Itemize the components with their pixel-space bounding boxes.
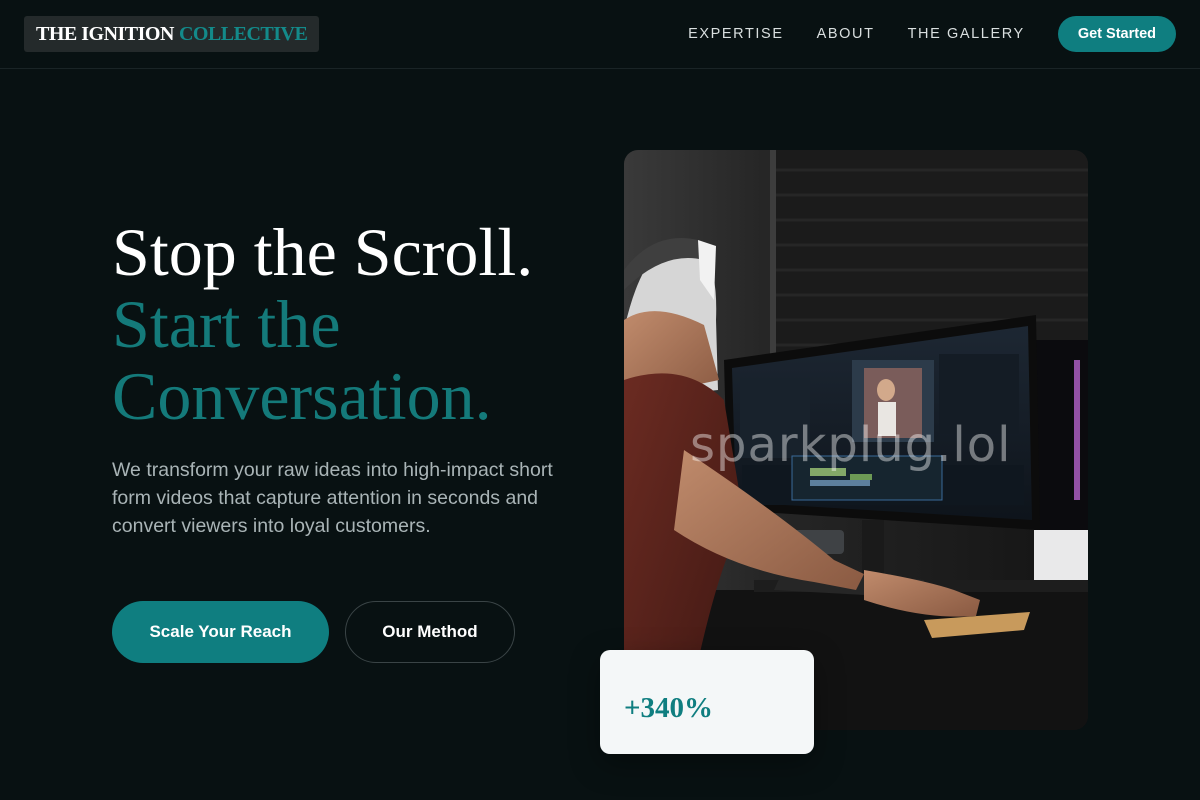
- brand-name-part2: COLLECTIVE: [178, 22, 308, 45]
- growth-stat-card: +340%: [600, 650, 814, 754]
- headline-line-2: Start the Conversation.: [112, 286, 492, 434]
- scale-your-reach-button[interactable]: Scale Your Reach: [112, 601, 329, 663]
- hero-photo: [624, 150, 1088, 730]
- headline-line-1: Stop the Scroll.: [112, 214, 534, 290]
- nav-link-gallery[interactable]: THE GALLERY: [908, 26, 1025, 42]
- top-nav: THE IGNITION COLLECTIVE EXPERTISE ABOUT …: [0, 0, 1200, 69]
- get-started-button[interactable]: Get Started: [1057, 16, 1176, 52]
- brand-logo[interactable]: THE IGNITION COLLECTIVE: [24, 16, 320, 52]
- hero-lead-text: We transform your raw ideas into high-im…: [112, 459, 553, 537]
- hero-headline: Stop the Scroll. Start the Conversation.: [112, 216, 592, 432]
- brand-name-part1: THE IGNITION: [36, 22, 174, 45]
- nav-link-about[interactable]: ABOUT: [817, 26, 875, 42]
- nav-menu: EXPERTISE ABOUT THE GALLERY Get Started: [688, 16, 1176, 52]
- growth-stat-value: +340%: [624, 692, 714, 724]
- landing-page: THE IGNITION COLLECTIVE EXPERTISE ABOUT …: [0, 0, 1200, 800]
- video-editor-illustration: [624, 150, 1088, 730]
- our-method-button[interactable]: Our Method: [345, 601, 515, 663]
- nav-link-expertise[interactable]: EXPERTISE: [688, 26, 784, 42]
